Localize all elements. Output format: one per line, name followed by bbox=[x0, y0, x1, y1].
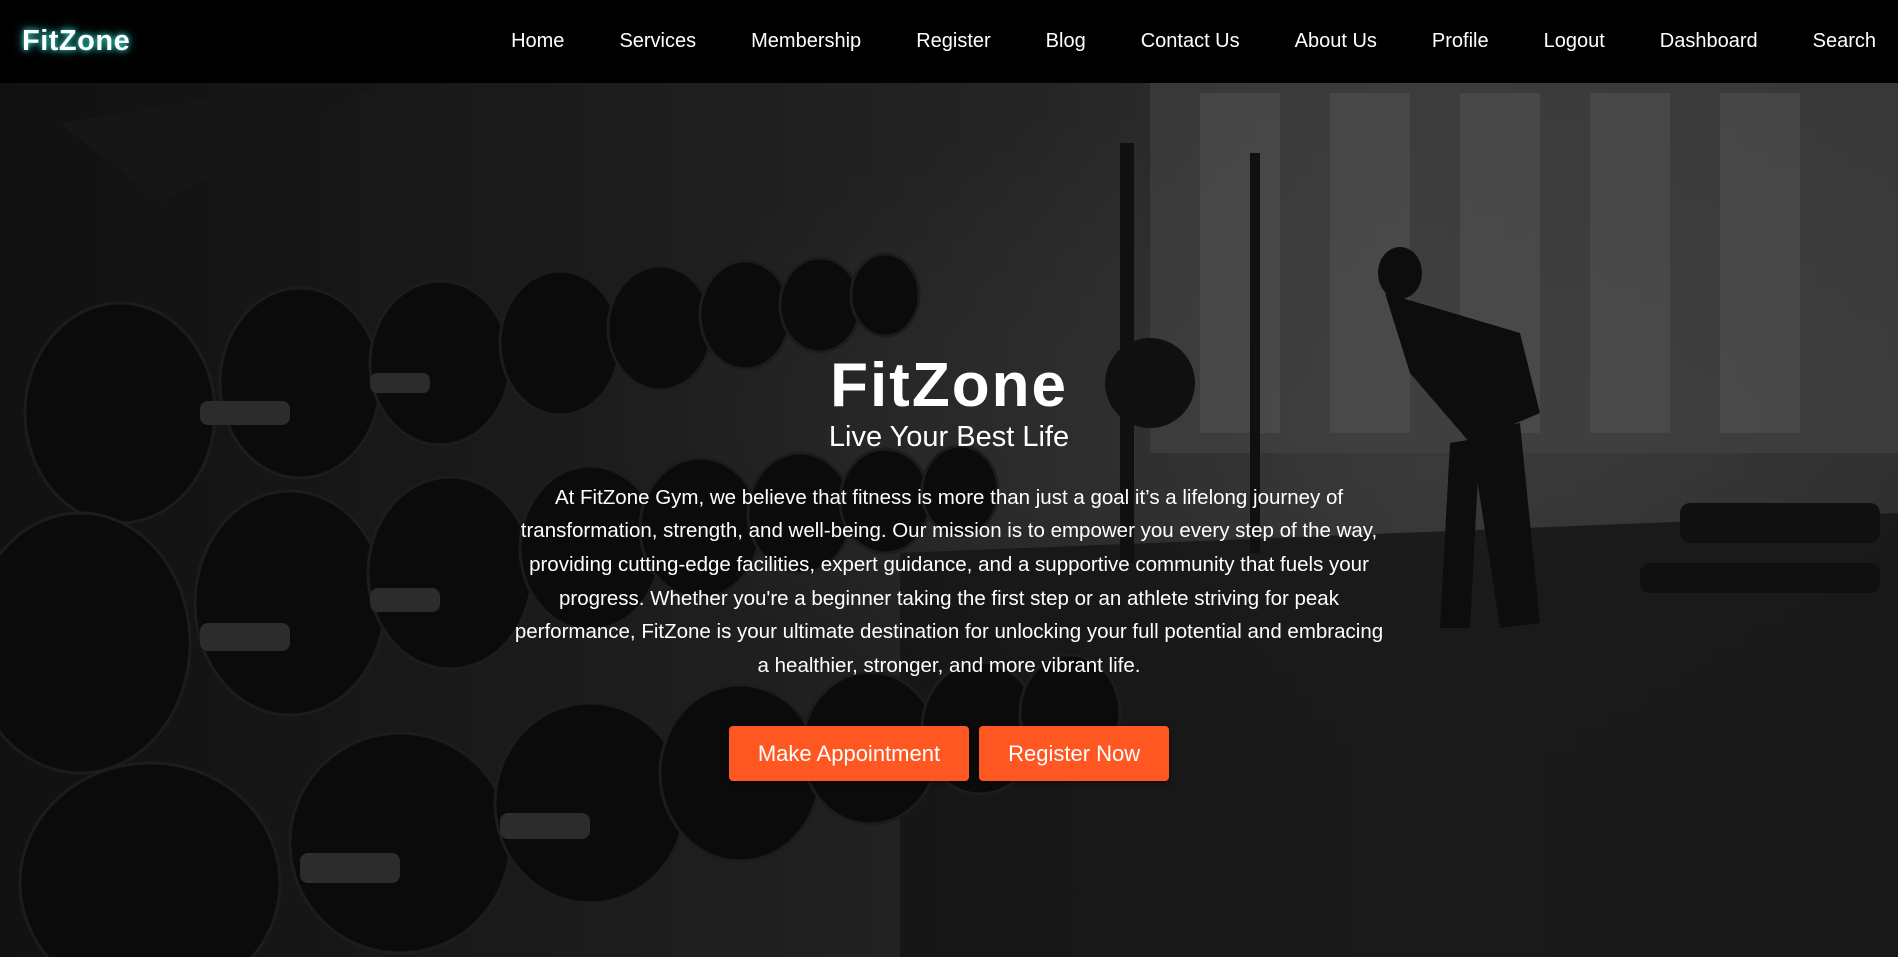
nav-home-link[interactable]: Home bbox=[511, 30, 564, 53]
hero-title: FitZone bbox=[830, 351, 1068, 420]
nav-search-link[interactable]: Search bbox=[1813, 30, 1876, 53]
brand-logo[interactable]: FitZone bbox=[22, 25, 130, 58]
nav-membership-link[interactable]: Membership bbox=[751, 30, 861, 53]
nav-logout-link[interactable]: Logout bbox=[1544, 30, 1605, 53]
nav-services-link[interactable]: Services bbox=[619, 30, 696, 53]
nav-dashboard-link[interactable]: Dashboard bbox=[1660, 30, 1758, 53]
nav-profile-link[interactable]: Profile bbox=[1432, 30, 1489, 53]
hero-button-group: Make Appointment Register Now bbox=[0, 726, 1898, 782]
nav-blog-link[interactable]: Blog bbox=[1046, 30, 1086, 53]
nav-register-link[interactable]: Register bbox=[916, 30, 990, 53]
hero-content: FitZone Live Your Best Life At FitZone G… bbox=[0, 351, 1898, 782]
nav-about-link[interactable]: About Us bbox=[1295, 30, 1377, 53]
hero-description: At FitZone Gym, we believe that fitness … bbox=[514, 485, 1384, 677]
main-nav: Home Services Membership Register Blog C… bbox=[456, 30, 1876, 53]
nav-contact-link[interactable]: Contact Us bbox=[1141, 30, 1240, 53]
register-now-button[interactable]: Register Now bbox=[979, 726, 1170, 782]
hero-subtitle: Live Your Best Life bbox=[828, 421, 1070, 454]
make-appointment-button[interactable]: Make Appointment bbox=[728, 726, 970, 782]
top-navbar: FitZone Home Services Membership Registe… bbox=[0, 0, 1898, 83]
hero-section: FitZone Live Your Best Life At FitZone G… bbox=[0, 83, 1898, 957]
